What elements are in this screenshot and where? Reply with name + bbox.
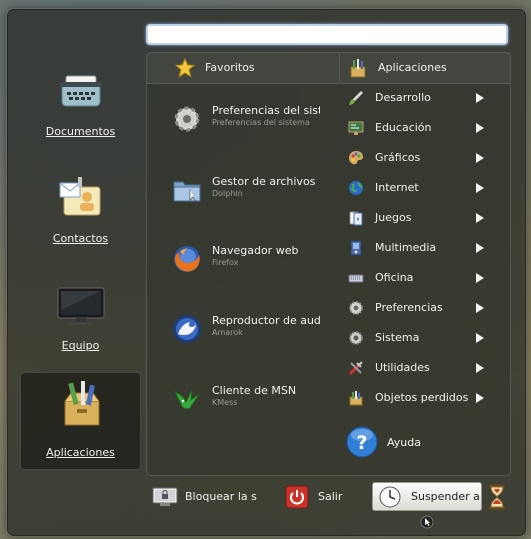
- favorite-subtitle: Firefox: [212, 258, 239, 267]
- category-label: Juegos: [375, 211, 412, 224]
- chevron-right-icon: [476, 333, 484, 343]
- chevron-right-icon: [476, 273, 484, 283]
- place-label: Documentos: [45, 125, 116, 138]
- logout-button[interactable]: Salir: [285, 484, 355, 510]
- svg-text:?: ?: [356, 432, 367, 454]
- category-label: Educación: [375, 121, 432, 134]
- category-desarrollo[interactable]: Desarrollo: [346, 87, 496, 109]
- category-educacion[interactable]: Educación: [346, 117, 496, 139]
- favorite-name: Gestor de archivos: [212, 175, 316, 188]
- favorite-subtitle: Preferencias del sistema: [212, 118, 310, 127]
- place-contactos[interactable]: Contactos: [20, 167, 141, 265]
- category-label: Preferencias: [375, 301, 443, 314]
- lock-label: Bloquear la s: [185, 490, 257, 503]
- mouse-cursor-icon: [420, 515, 434, 529]
- suspend-label: Suspender a: [411, 490, 480, 503]
- chevron-right-icon: [476, 393, 484, 403]
- favorite-item-gestor-archivos[interactable]: Gestor de archivos Dolphin: [172, 175, 322, 215]
- palette-icon: [349, 151, 363, 165]
- blackboard-icon: [348, 121, 364, 135]
- box-icon: [349, 391, 363, 406]
- search-input[interactable]: [146, 24, 508, 45]
- category-label: Internet: [375, 181, 419, 194]
- favorite-name: Cliente de MSN: [212, 384, 297, 397]
- help-button[interactable]: ? Ayuda: [346, 426, 466, 458]
- gear-icon: [349, 301, 363, 315]
- favorite-item-reproductor-audio[interactable]: Reproductor de audio Amarok: [172, 314, 322, 354]
- category-objetos-perdidos[interactable]: Objetos perdidos: [346, 387, 496, 409]
- chevron-right-icon: [476, 363, 484, 373]
- favorite-subtitle: Dolphin: [212, 189, 243, 198]
- gear-icon: [174, 106, 200, 132]
- chevron-right-icon: [476, 153, 484, 163]
- place-equipo[interactable]: Equipo: [20, 274, 141, 372]
- globe-icon: [349, 181, 363, 195]
- applications-header-label: Aplicaciones: [378, 61, 447, 74]
- category-label: Objetos perdidos: [375, 391, 469, 404]
- typewriter-icon: [60, 75, 102, 107]
- category-label: Oficina: [375, 271, 414, 284]
- kmess-bird-icon: [173, 389, 200, 410]
- tools-icon: [348, 361, 363, 376]
- category-label: Desarrollo: [375, 91, 431, 104]
- lock-screen-icon: [152, 487, 178, 506]
- cards-icon: [349, 211, 363, 226]
- gear-icon: [349, 331, 363, 345]
- category-internet[interactable]: Internet: [346, 177, 496, 199]
- amarok-icon: [173, 315, 201, 343]
- contacts-icon: [59, 177, 101, 216]
- favorites-header-label: Favoritos: [205, 61, 255, 74]
- clock-icon: [379, 486, 401, 508]
- chevron-right-icon: [476, 243, 484, 253]
- place-label: Equipo: [61, 339, 100, 352]
- favorite-item-preferencias[interactable]: Preferencias del sistema Preferencias de…: [172, 104, 322, 144]
- computer-monitor-icon: [57, 287, 105, 325]
- category-label: Multimedia: [375, 241, 437, 254]
- place-label: Aplicaciones: [46, 446, 115, 459]
- chevron-right-icon: [476, 303, 484, 313]
- multimedia-icon: [350, 240, 362, 256]
- lock-session-button[interactable]: Bloquear la s: [152, 484, 262, 510]
- brush-icon: [349, 91, 363, 105]
- category-utilidades[interactable]: Utilidades: [346, 357, 496, 379]
- category-label: Sistema: [375, 331, 420, 344]
- power-icon: [285, 485, 309, 509]
- favorite-item-navegador[interactable]: Navegador web Firefox: [172, 244, 322, 284]
- category-oficina[interactable]: Oficina: [346, 267, 496, 289]
- favorite-name: Navegador web: [212, 244, 299, 257]
- chevron-right-icon: [476, 123, 484, 133]
- favorite-name: Preferencias del sistema: [212, 104, 320, 117]
- applications-box-icon: [350, 59, 366, 78]
- chevron-right-icon: [476, 183, 484, 193]
- favorite-subtitle: KMess: [212, 398, 238, 407]
- place-label: Contactos: [52, 232, 109, 245]
- category-label: Utilidades: [375, 361, 430, 374]
- firefox-icon: [174, 246, 200, 272]
- category-juegos[interactable]: Juegos: [346, 207, 496, 229]
- chevron-right-icon: [476, 93, 484, 103]
- category-label: Gráficos: [375, 151, 421, 164]
- help-icon: ?: [346, 426, 378, 458]
- category-preferencias[interactable]: Preferencias: [346, 297, 496, 319]
- category-multimedia[interactable]: Multimedia: [346, 237, 496, 259]
- favorite-subtitle: Amarok: [212, 328, 243, 337]
- folder-icon: [173, 181, 201, 203]
- favorites-header[interactable]: Favoritos: [147, 53, 339, 84]
- favorite-name: Reproductor de audio: [212, 314, 320, 327]
- keyboard-icon: [348, 274, 364, 283]
- chevron-right-icon: [476, 213, 484, 223]
- hourglass-icon[interactable]: [486, 484, 508, 510]
- star-icon: [175, 58, 195, 78]
- favorite-item-msn[interactable]: Cliente de MSN KMess: [172, 384, 322, 424]
- help-label: Ayuda: [387, 436, 421, 449]
- applications-header[interactable]: Aplicaciones: [340, 53, 510, 84]
- place-aplicaciones[interactable]: Aplicaciones: [20, 372, 141, 470]
- applications-box-icon: [64, 381, 100, 426]
- category-sistema[interactable]: Sistema: [346, 327, 496, 349]
- place-documentos[interactable]: Documentos: [20, 60, 141, 158]
- suspend-button[interactable]: Suspender a: [372, 482, 482, 511]
- category-graficos[interactable]: Gráficos: [346, 147, 496, 169]
- logout-label: Salir: [318, 490, 343, 503]
